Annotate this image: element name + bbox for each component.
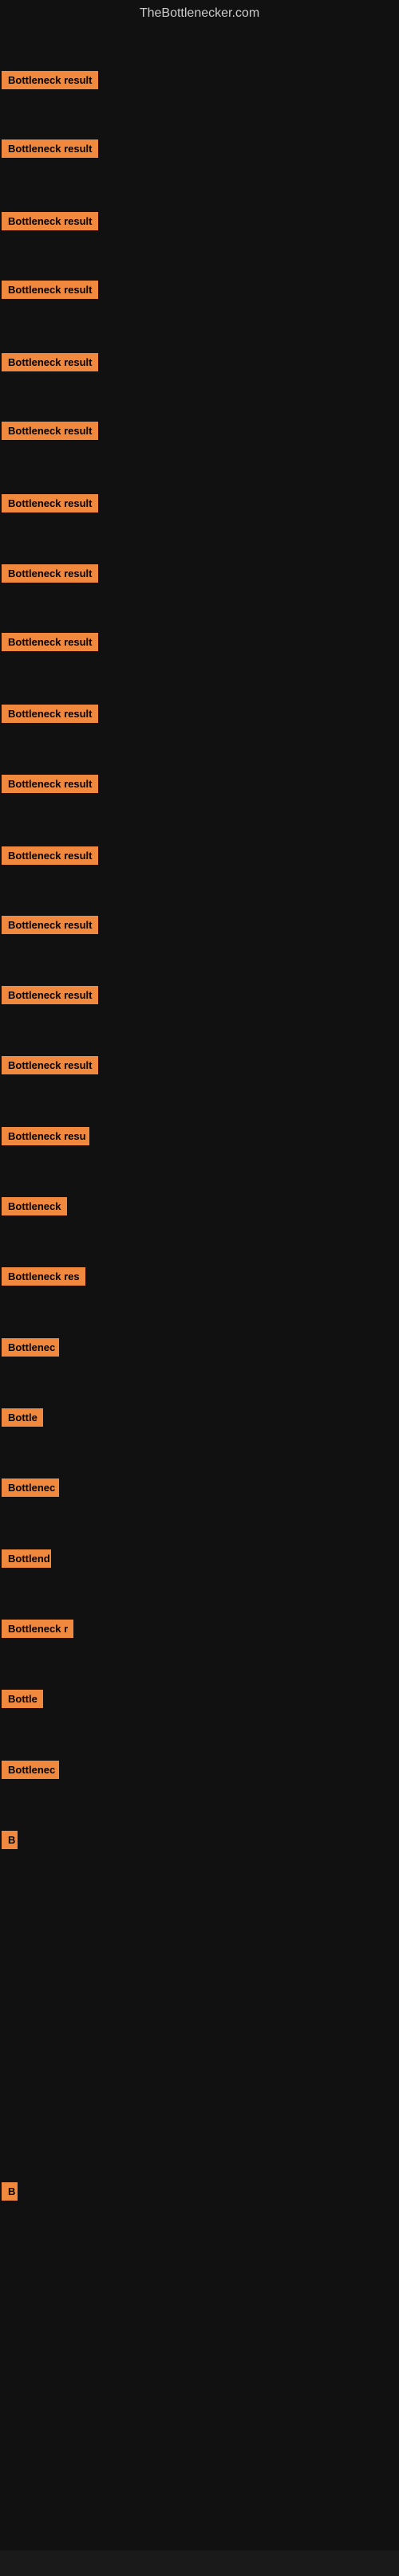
bottleneck-item: Bottleneck result bbox=[0, 1056, 98, 1078]
bottleneck-label[interactable]: Bottleneck result bbox=[2, 986, 98, 1004]
bottleneck-item: Bottleneck resu bbox=[0, 1127, 89, 1149]
bottleneck-label[interactable]: Bottlenec bbox=[2, 1478, 59, 1497]
bottleneck-label[interactable]: Bottleneck result bbox=[2, 281, 98, 299]
bottleneck-item: Bottlenec bbox=[0, 1338, 59, 1361]
bottleneck-item: Bottleneck result bbox=[0, 846, 98, 869]
bottleneck-label[interactable]: Bottleneck resu bbox=[2, 1127, 89, 1145]
bottleneck-item: Bottleneck result bbox=[0, 775, 98, 797]
bottleneck-item: Bottleneck res bbox=[0, 1267, 85, 1290]
bottleneck-item: Bottleneck result bbox=[0, 633, 98, 655]
bottleneck-item: Bottleneck result bbox=[0, 71, 98, 93]
bottleneck-label[interactable]: Bottleneck result bbox=[2, 846, 98, 865]
bottleneck-label[interactable]: Bottle bbox=[2, 1690, 43, 1708]
bottleneck-label[interactable]: Bottleneck result bbox=[2, 916, 98, 934]
bottleneck-item: Bottleneck result bbox=[0, 422, 98, 444]
bottleneck-item: Bottle bbox=[0, 1408, 43, 1431]
bottleneck-label[interactable]: B bbox=[2, 1831, 18, 1849]
bottleneck-label[interactable]: Bottleneck r bbox=[2, 1620, 73, 1638]
bottleneck-label[interactable]: Bottleneck result bbox=[2, 564, 98, 583]
bottleneck-item: B bbox=[0, 2182, 18, 2205]
bottleneck-label[interactable]: B bbox=[2, 2182, 18, 2201]
bottleneck-label[interactable]: Bottleneck result bbox=[2, 1056, 98, 1074]
bottleneck-label[interactable]: Bottleneck result bbox=[2, 705, 98, 723]
bottleneck-item: Bottleneck result bbox=[0, 494, 98, 516]
bottleneck-item: Bottleneck result bbox=[0, 281, 98, 303]
bottleneck-label[interactable]: Bottlenec bbox=[2, 1761, 59, 1779]
bottleneck-label[interactable]: Bottle bbox=[2, 1408, 43, 1427]
bottleneck-item: Bottleneck result bbox=[0, 353, 98, 375]
bottleneck-item: Bottle bbox=[0, 1690, 43, 1712]
bottleneck-item: Bottlenec bbox=[0, 1761, 59, 1783]
bottleneck-label[interactable]: Bottleneck result bbox=[2, 422, 98, 440]
bottleneck-label[interactable]: Bottleneck result bbox=[2, 775, 98, 793]
bottleneck-item: Bottlenec bbox=[0, 1478, 59, 1501]
bottleneck-item: B bbox=[0, 1831, 18, 1853]
bottleneck-label[interactable]: Bottleneck res bbox=[2, 1267, 85, 1286]
bottleneck-label[interactable]: Bottleneck result bbox=[2, 494, 98, 512]
bottleneck-label[interactable]: Bottleneck result bbox=[2, 633, 98, 651]
items-container: Bottleneck result Bottleneck result Bottle… bbox=[0, 26, 399, 2576]
bottleneck-item: Bottleneck result bbox=[0, 916, 98, 938]
bottleneck-item: Bottleneck result bbox=[0, 139, 98, 162]
bottleneck-item: Bottleneck result bbox=[0, 564, 98, 587]
bottleneck-label[interactable]: Bottleneck result bbox=[2, 353, 98, 371]
bottleneck-item: Bottleneck result bbox=[0, 986, 98, 1008]
bottleneck-item: Bottleneck result bbox=[0, 212, 98, 234]
bottleneck-label[interactable]: Bottleneck result bbox=[2, 212, 98, 230]
bottleneck-label[interactable]: Bottleneck result bbox=[2, 139, 98, 158]
bottleneck-item: Bottleneck result bbox=[0, 705, 98, 727]
bottleneck-item: Bottleneck r bbox=[0, 1620, 73, 1642]
bottleneck-item: Bottlend bbox=[0, 1549, 51, 1572]
bottleneck-item: Bottleneck bbox=[0, 1197, 67, 1219]
site-title: TheBottlenecker.com bbox=[0, 0, 399, 26]
page-container: TheBottlenecker.com Bottleneck result Bot… bbox=[0, 0, 399, 2550]
bottleneck-label[interactable]: Bottleneck result bbox=[2, 71, 98, 89]
bottleneck-label[interactable]: Bottlend bbox=[2, 1549, 51, 1568]
bottleneck-label[interactable]: Bottleneck bbox=[2, 1197, 67, 1215]
bottleneck-label[interactable]: Bottlenec bbox=[2, 1338, 59, 1357]
